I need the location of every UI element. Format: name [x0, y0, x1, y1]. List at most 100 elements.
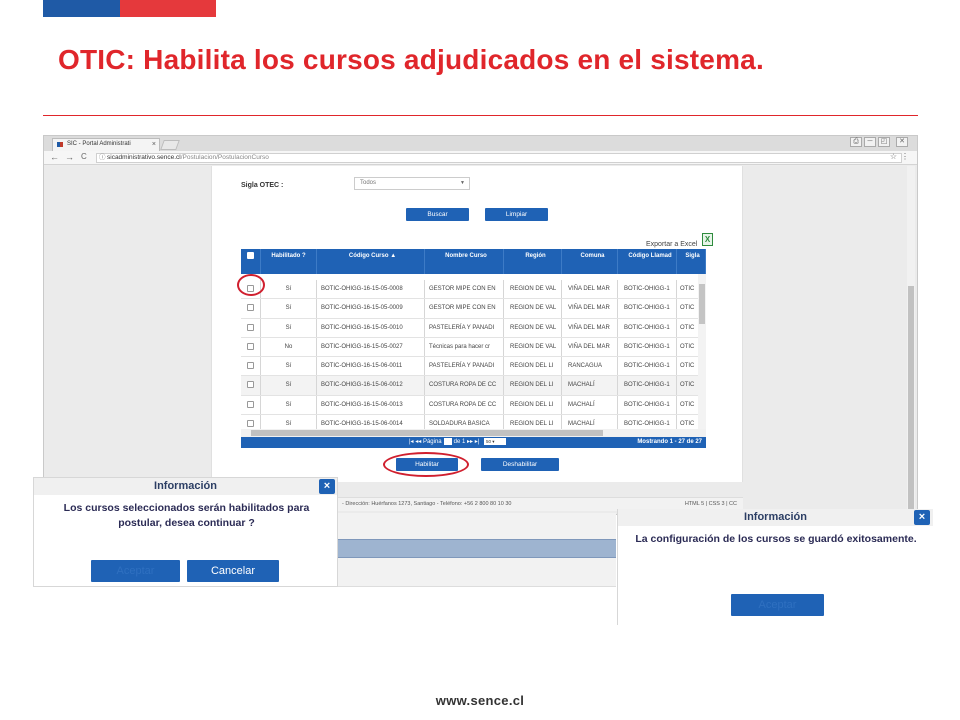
- buscar-button[interactable]: Buscar: [406, 208, 469, 221]
- tab-close-icon[interactable]: ×: [152, 139, 156, 150]
- cell-codigo-curso: BOTIC-OHIGG-16-15-05-0010: [317, 318, 425, 337]
- pager-last-icon[interactable]: ▸|: [475, 439, 480, 445]
- cell-codigo-llamado: BOTIC-OHIGG-1: [618, 299, 677, 318]
- close-icon[interactable]: ×: [914, 510, 930, 525]
- site-info-icon[interactable]: ⓘ: [99, 154, 106, 162]
- close-icon[interactable]: ×: [319, 479, 335, 494]
- cell-comuna: VIÑA DEL MAR: [562, 280, 618, 299]
- grid-scroll-thumb[interactable]: [699, 284, 705, 324]
- col-header-codigo-curso[interactable]: Código Curso ▲: [317, 249, 425, 274]
- aceptar-button[interactable]: Aceptar: [91, 560, 180, 582]
- bookmark-star-icon[interactable]: ☆: [890, 152, 897, 161]
- cell-codigo-curso: BOTIC-OHIGG-16-15-05-0008: [317, 280, 425, 299]
- page-size-select[interactable]: 50 ▾: [483, 437, 506, 445]
- address-bar[interactable]: ⓘ sicadministrativo.sence.cl/Postulacion…: [96, 153, 902, 163]
- row-checkbox[interactable]: [241, 357, 261, 376]
- table-row[interactable]: Sí BOTIC-OHIGG-16-15-05-0009 GESTOR MIPE C…: [241, 299, 706, 319]
- excel-icon[interactable]: X: [702, 233, 713, 246]
- row-checkbox[interactable]: [241, 318, 261, 337]
- url-path: /Postulacion/PostulacionCurso: [180, 154, 269, 161]
- new-tab-button[interactable]: [160, 140, 180, 150]
- grid-hscroll-thumb[interactable]: [251, 430, 603, 436]
- success-dialog-title: Información: [744, 511, 807, 523]
- table-row[interactable]: Sí BOTIC-OHIGG-16-15-05-0008 GESTOR MIPE C…: [241, 280, 706, 300]
- cell-habilitado: Sí: [261, 280, 317, 299]
- address-row: ← → C ⓘ sicadministrativo.sence.cl/Postu…: [44, 151, 917, 165]
- cell-nombre-curso: GESTOR MIPE CON EN: [425, 280, 504, 299]
- col-header-habilitado[interactable]: Habilitado ?: [261, 249, 317, 274]
- table-row[interactable]: Sí BOTIC-OHIGG-16-15-05-0010 PASTELERÍA Y …: [241, 318, 706, 338]
- back-icon[interactable]: ←: [50, 152, 59, 162]
- col-header-comuna[interactable]: Comuna: [562, 249, 618, 274]
- cell-habilitado: Sí: [261, 318, 317, 337]
- cell-habilitado: Sí: [261, 376, 317, 395]
- deshabilitar-button[interactable]: Deshabilitar: [481, 458, 559, 471]
- sigla-otec-select[interactable]: Todos ▼: [354, 177, 470, 190]
- grid-pager: |◂ ◂◂ Página de 1 ▸▸ ▸| 50 ▾ Mostrando 1 …: [241, 437, 706, 448]
- cancelar-button[interactable]: Cancelar: [187, 560, 279, 582]
- flag-red-segment: [120, 0, 216, 17]
- highlight-circle-checkbox: [237, 274, 265, 296]
- cell-comuna: VIÑA DEL MAR: [562, 299, 618, 318]
- select-all-checkbox[interactable]: [241, 249, 261, 274]
- maximize-icon[interactable]: ◰: [878, 137, 890, 147]
- user-icon[interactable]: ⎙: [850, 137, 862, 147]
- success-dialog-header: Información ×: [618, 509, 933, 526]
- cell-region: REGION DEL LI: [504, 376, 562, 395]
- confirm-dialog-message: Los cursos seleccionados serán habilitad…: [63, 502, 310, 529]
- col-header-sigla[interactable]: Sigla: [677, 249, 706, 274]
- row-checkbox[interactable]: [241, 337, 261, 357]
- cell-comuna: VIÑA DEL MAR: [562, 318, 618, 337]
- cell-codigo-curso: BOTIC-OHIGG-16-15-06-0013: [317, 395, 425, 415]
- close-window-icon[interactable]: ✕: [896, 137, 908, 147]
- url-host: sicadministrativo.sence.cl: [107, 154, 181, 161]
- pager-prev-icon[interactable]: ◂◂: [415, 439, 421, 445]
- cell-habilitado: No: [261, 337, 317, 357]
- minimize-icon[interactable]: ─: [864, 137, 876, 147]
- table-row[interactable]: Sí BOTIC-OHIGG-16-15-06-0012 COSTURA ROPA …: [241, 376, 706, 396]
- table-row[interactable]: Sí BOTIC-OHIGG-16-15-06-0013 COSTURA ROPA …: [241, 395, 706, 416]
- cell-comuna: MACHALÍ: [562, 395, 618, 415]
- grid-body: Sí BOTIC-OHIGG-16-15-05-0008 GESTOR MIPE C…: [241, 280, 706, 435]
- export-excel-link[interactable]: Exportar a Excel: [646, 241, 697, 248]
- success-dialog: Información × La configuración de los cu…: [617, 509, 933, 625]
- cell-habilitado: Sí: [261, 357, 317, 376]
- pager-next-icon[interactable]: ▸▸: [467, 439, 473, 445]
- table-row[interactable]: Sí BOTIC-OHIGG-16-15-06-0011 PASTELERÍA Y …: [241, 357, 706, 377]
- col-header-region[interactable]: Región: [504, 249, 562, 274]
- row-checkbox[interactable]: [241, 299, 261, 318]
- footer-address: - Dirección: Huérfanos 1273, Santiago - …: [342, 501, 512, 507]
- reload-icon[interactable]: C: [81, 152, 87, 161]
- cell-codigo-llamado: BOTIC-OHIGG-1: [618, 337, 677, 357]
- cell-comuna: VIÑA DEL MAR: [562, 337, 618, 357]
- pager-info: Mostrando 1 - 27 de 27: [637, 439, 702, 445]
- grid-horizontal-scrollbar[interactable]: [241, 429, 706, 437]
- row-checkbox[interactable]: [241, 376, 261, 395]
- table-row[interactable]: No BOTIC-OHIGG-16-15-05-0027 Técnicas para…: [241, 337, 706, 358]
- page-vertical-scrollbar[interactable]: [907, 166, 915, 514]
- browser-tab[interactable]: SIC - Portal Administrati ×: [52, 138, 160, 151]
- aceptar-button[interactable]: Aceptar: [731, 594, 824, 616]
- cell-nombre-curso: Técnicas para hacer cr: [425, 337, 504, 357]
- col-header-nombre-curso[interactable]: Nombre Curso: [425, 249, 504, 274]
- col-header-codigo-llamado[interactable]: Código Llamad: [618, 249, 677, 274]
- pager-page-input[interactable]: [443, 437, 452, 445]
- cell-nombre-curso: COSTURA ROPA DE CC: [425, 395, 504, 415]
- pager-nav: |◂ ◂◂ Página de 1 ▸▸ ▸| 50 ▾: [409, 437, 506, 448]
- forward-icon[interactable]: →: [65, 152, 74, 162]
- cell-nombre-curso: PASTELERÍA Y PANADI: [425, 318, 504, 337]
- cell-region: REGION DE VAL: [504, 299, 562, 318]
- cell-codigo-llamado: BOTIC-OHIGG-1: [618, 318, 677, 337]
- limpiar-button[interactable]: Limpiar: [485, 208, 548, 221]
- sigla-otec-label: Sigla OTEC :: [241, 182, 284, 189]
- background-grid-bar: [338, 539, 616, 558]
- pager-first-icon[interactable]: |◂: [409, 439, 414, 445]
- cell-codigo-curso: BOTIC-OHIGG-16-15-05-0009: [317, 299, 425, 318]
- browser-menu-icon[interactable]: ⋮: [901, 152, 909, 161]
- favicon-icon: [57, 142, 63, 147]
- cell-region: REGION DE VAL: [504, 337, 562, 357]
- grid-vertical-scrollbar[interactable]: [698, 274, 706, 429]
- page-scroll-thumb[interactable]: [908, 286, 914, 510]
- row-checkbox[interactable]: [241, 395, 261, 415]
- cell-habilitado: Sí: [261, 299, 317, 318]
